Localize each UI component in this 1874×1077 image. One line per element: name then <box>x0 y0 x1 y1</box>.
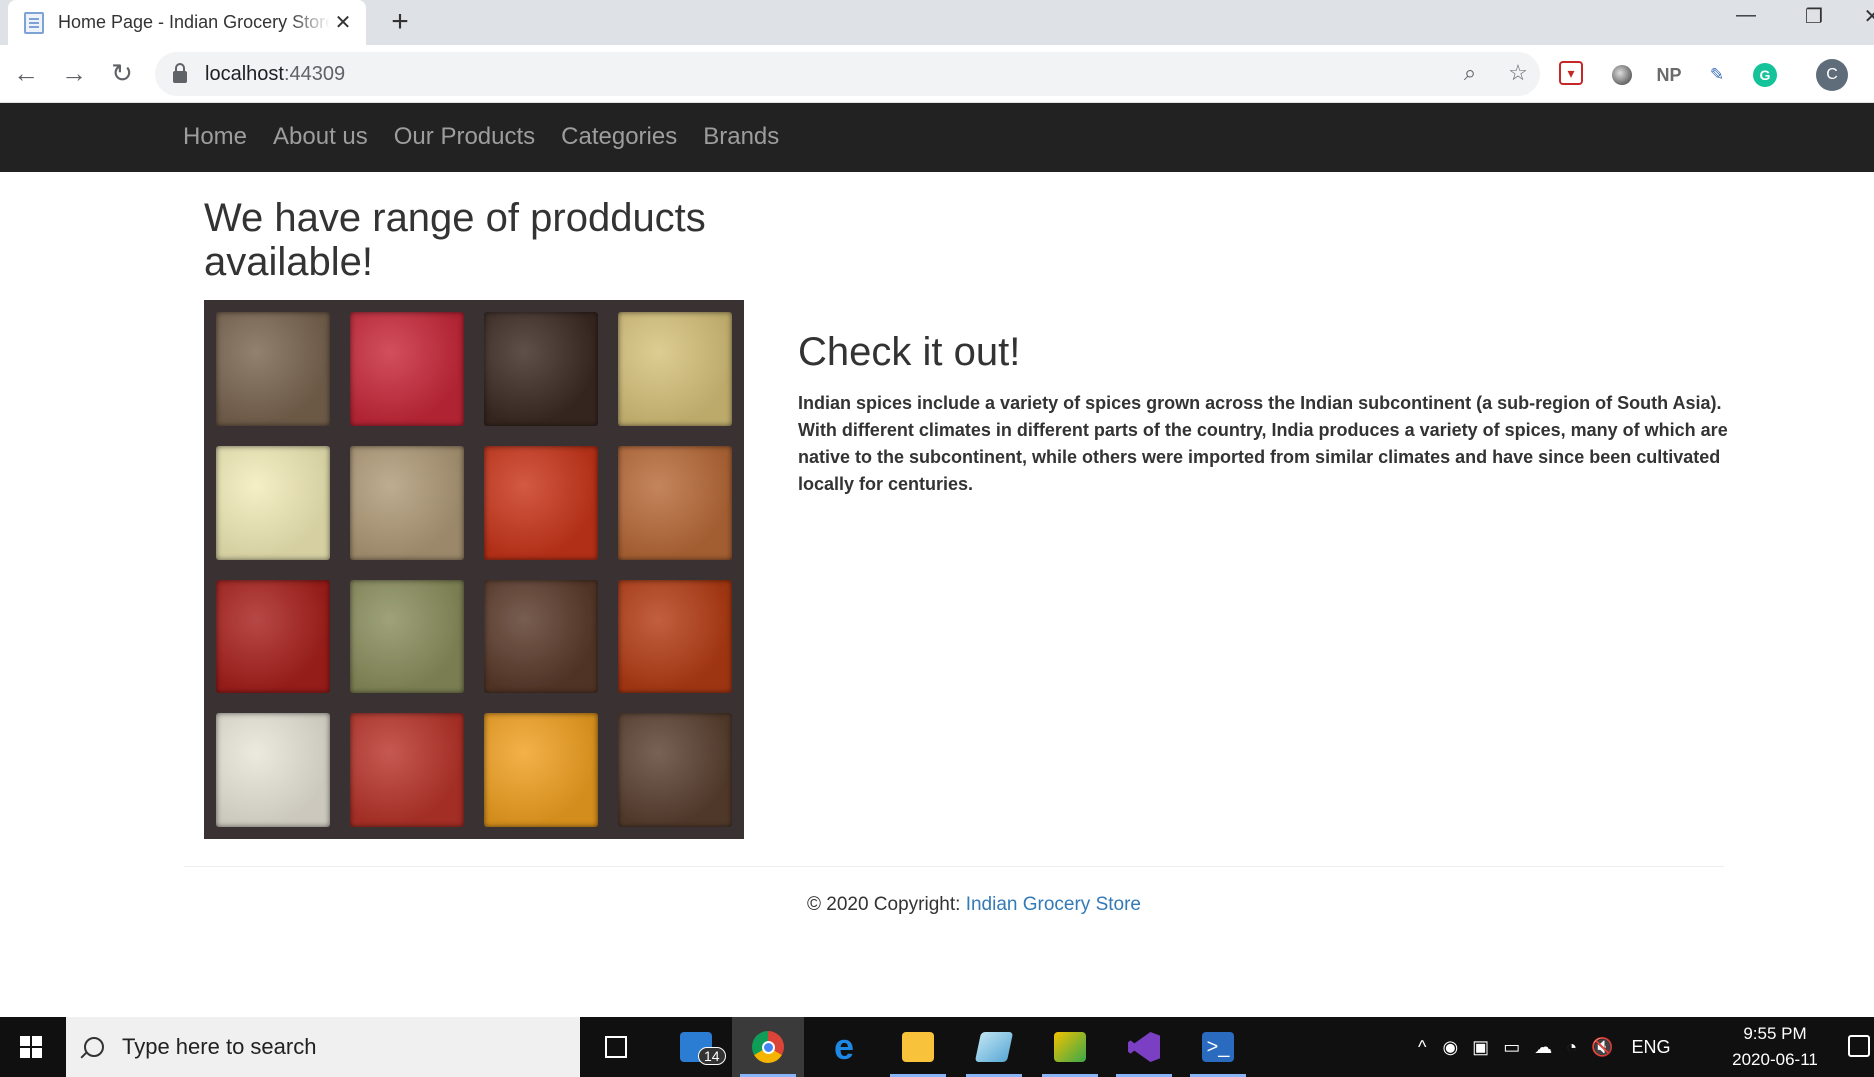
battery-icon[interactable]: ▭ <box>1503 1037 1520 1058</box>
nav-item-about-us[interactable]: About us <box>260 103 381 172</box>
tray-icons: ^ ◉ ▣ ▭ ☁ ◔ 🔇 ENG <box>1418 1017 1671 1077</box>
restore-icon[interactable]: ❐ <box>1794 4 1834 29</box>
edge-icon[interactable]: e <box>808 1017 880 1077</box>
footer-divider <box>184 866 1724 867</box>
spice-compartment <box>216 713 330 827</box>
site-navbar: Home About us Our Products Categories Br… <box>0 103 1874 172</box>
spice-compartment <box>484 312 598 426</box>
spices-image <box>204 300 744 839</box>
browser-tab-strip: Home Page - Indian Grocery Store ✕ + — ❐… <box>0 0 1874 45</box>
sql-tool-icon[interactable] <box>1034 1017 1106 1077</box>
database-icon[interactable]: ◉ <box>1442 1037 1458 1058</box>
start-button[interactable] <box>0 1017 62 1077</box>
nav-item-categories[interactable]: Categories <box>548 103 690 172</box>
spice-compartment <box>350 713 464 827</box>
nav-item-home[interactable]: Home <box>170 103 260 172</box>
clock-date: 2020-06-11 <box>1732 1050 1818 1069</box>
close-window-icon[interactable]: ✕ <box>1852 4 1874 29</box>
spice-compartment <box>216 445 330 560</box>
task-view-icon[interactable] <box>580 1017 652 1077</box>
display-icon[interactable]: ▣ <box>1472 1037 1489 1058</box>
close-tab-icon[interactable]: ✕ <box>332 10 354 35</box>
spice-compartment <box>216 312 330 426</box>
page-heading: We have range of prodducts available! <box>204 196 706 284</box>
address-bar[interactable]: localhost:44309 ⌕ ☆ <box>155 52 1540 96</box>
spice-compartment <box>350 312 464 426</box>
spice-compartment <box>484 579 598 694</box>
spices-description: Indian spices include a variety of spice… <box>798 393 1728 494</box>
bookmark-star-icon[interactable]: ☆ <box>1503 60 1533 86</box>
nav-item-our-products[interactable]: Our Products <box>381 103 548 172</box>
copyright-text: © 2020 Copyright: <box>806 894 961 915</box>
spice-compartment <box>216 579 330 694</box>
footer: © 2020 Copyright: Indian Grocery Store <box>0 894 1874 916</box>
spice-compartment <box>618 445 732 560</box>
tab-title: Home Page - Indian Grocery Store <box>58 12 330 32</box>
taskbar-search[interactable]: Type here to search <box>66 1017 580 1077</box>
file-explorer-icon[interactable] <box>882 1017 954 1077</box>
browser-toolbar: ← → ↻ localhost:44309 ⌕ ☆ ▾ NP ✎ G C <box>0 45 1874 103</box>
check-it-out-title: Check it out! <box>798 330 1021 374</box>
back-icon[interactable]: ← <box>8 55 44 91</box>
shield-icon[interactable]: ▾ <box>1559 61 1583 85</box>
mail-icon[interactable]: 14 <box>660 1017 732 1077</box>
new-tab-button[interactable]: + <box>384 5 416 39</box>
spice-compartment <box>618 312 732 426</box>
taskbar-clock[interactable]: 9:55 PM 2020-06-11 <box>1718 1021 1832 1073</box>
spice-compartment <box>618 579 732 694</box>
volume-muted-icon[interactable]: 🔇 <box>1591 1037 1613 1058</box>
clock-time: 9:55 PM <box>1743 1024 1807 1043</box>
onedrive-icon[interactable]: ☁ <box>1534 1037 1552 1058</box>
page-favicon-icon <box>24 11 44 34</box>
spice-compartment <box>484 445 598 560</box>
spice-compartment <box>350 445 464 560</box>
zoom-icon[interactable]: ⌕ <box>1455 60 1485 86</box>
visual-studio-icon[interactable] <box>1108 1017 1180 1077</box>
wifi-icon[interactable]: ◔ <box>1566 1037 1577 1058</box>
chevron-up-icon[interactable]: ^ <box>1418 1037 1426 1058</box>
notes-app-icon[interactable] <box>958 1017 1030 1077</box>
spice-compartment <box>618 713 732 827</box>
spice-compartment <box>484 713 598 827</box>
np-icon[interactable]: NP <box>1655 61 1683 89</box>
store-link[interactable]: Indian Grocery Store <box>966 894 1141 915</box>
language-indicator[interactable]: ENG <box>1632 1037 1671 1058</box>
notification-icon[interactable] <box>1848 1035 1870 1057</box>
spice-compartment <box>350 579 464 694</box>
dropper-icon[interactable]: ✎ <box>1703 61 1731 89</box>
profile-avatar[interactable]: C <box>1816 59 1848 91</box>
circle-icon[interactable] <box>1608 61 1636 89</box>
forward-icon[interactable]: → <box>56 55 92 91</box>
search-icon <box>84 1037 104 1057</box>
grammarly-icon[interactable]: G <box>1751 61 1779 89</box>
nav-item-brands[interactable]: Brands <box>690 103 792 172</box>
windows-taskbar: Type here to search 14 e >_ ^ ◉ ▣ ▭ ☁ ◔ … <box>0 1017 1874 1077</box>
minimize-icon[interactable]: — <box>1726 4 1766 27</box>
reload-icon[interactable]: ↻ <box>104 55 140 91</box>
chrome-icon[interactable] <box>732 1017 804 1077</box>
powershell-icon[interactable]: >_ <box>1182 1017 1254 1077</box>
search-placeholder: Type here to search <box>122 1034 317 1059</box>
browser-tab[interactable]: Home Page - Indian Grocery Store ✕ <box>8 0 366 45</box>
mail-badge: 14 <box>698 1047 726 1065</box>
lock-icon <box>173 62 187 83</box>
windows-logo-icon <box>20 1036 42 1058</box>
url-text: localhost:44309 <box>205 62 346 85</box>
